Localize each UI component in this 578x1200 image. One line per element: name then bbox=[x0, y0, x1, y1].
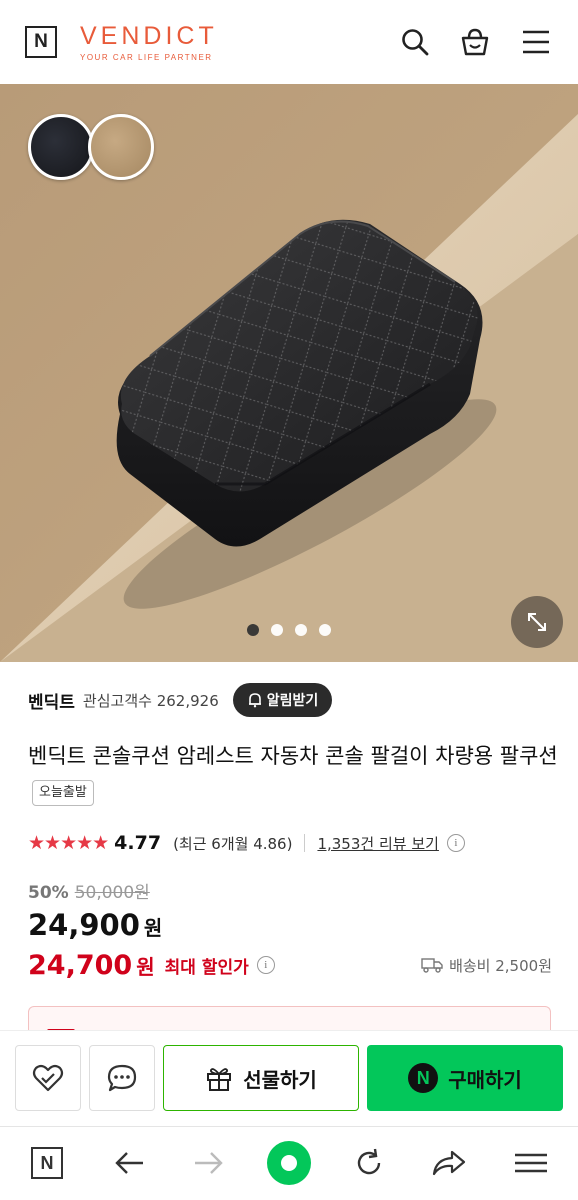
divider bbox=[304, 834, 306, 852]
wishlist-button[interactable] bbox=[15, 1045, 81, 1111]
naver-logo-button[interactable]: N bbox=[25, 26, 57, 58]
truck-icon bbox=[421, 958, 443, 973]
brand-name: VENDICT bbox=[80, 22, 218, 50]
green-dot-icon bbox=[267, 1141, 311, 1185]
max-discount-row: 24,700 원 최대 할인가 i 배송비 2,500원 bbox=[28, 948, 552, 982]
gift-label: 선물하기 bbox=[243, 1067, 317, 1092]
chat-button[interactable] bbox=[89, 1045, 155, 1111]
sale-price: 24,900 bbox=[28, 908, 140, 942]
max-discount-unit: 원 bbox=[136, 954, 155, 979]
gift-icon bbox=[207, 1068, 232, 1091]
info-icon[interactable]: i bbox=[446, 834, 465, 852]
refresh-button[interactable] bbox=[346, 1140, 392, 1186]
color-option-beige[interactable] bbox=[88, 114, 154, 180]
browser-menu-button[interactable] bbox=[508, 1140, 554, 1186]
arrow-right-icon bbox=[195, 1152, 223, 1174]
store-name-link[interactable]: 벤딕트 bbox=[28, 688, 75, 713]
rating-score: 4.77 bbox=[114, 832, 162, 854]
back-button[interactable] bbox=[106, 1140, 152, 1186]
star-rating: ★★★★★ bbox=[28, 832, 109, 854]
slide-dot[interactable] bbox=[271, 624, 283, 636]
discount-row: 50% 50,000원 bbox=[28, 878, 150, 903]
product-photo bbox=[0, 84, 578, 662]
slide-indicator bbox=[0, 624, 578, 636]
expand-icon bbox=[528, 613, 546, 631]
product-title-text: 벤딕트 콘솔쿠션 암레스트 자동차 콘솔 팔걸이 차량용 팔쿠션 bbox=[28, 744, 558, 768]
arrow-left-icon bbox=[115, 1152, 143, 1174]
naver-logo-icon: N bbox=[31, 1147, 63, 1179]
gift-button[interactable]: 선물하기 bbox=[163, 1045, 359, 1111]
recent-rating: (최근 6개월 4.86) bbox=[173, 834, 293, 853]
store-row: 벤딕트 관심고객수 262,926 알림받기 bbox=[28, 682, 568, 718]
original-price: 50,000원 bbox=[74, 883, 150, 903]
shipping-info: 배송비 2,500원 bbox=[421, 955, 552, 976]
product-image-gallery[interactable] bbox=[0, 84, 578, 662]
followers-label-text: 관심고객수 bbox=[82, 691, 152, 710]
share-button[interactable] bbox=[426, 1140, 472, 1186]
brand-logo[interactable]: VENDICT YOUR CAR LIFE PARTNER bbox=[80, 22, 218, 63]
browser-nav-bar: N bbox=[0, 1126, 578, 1200]
followers-label: 관심고객수 262,926 bbox=[83, 690, 219, 711]
max-discount-label: 최대 할인가 bbox=[164, 957, 249, 978]
share-arrow-icon bbox=[432, 1150, 466, 1176]
bell-plus-icon bbox=[248, 693, 261, 708]
product-title: 벤딕트 콘솔쿠션 암레스트 자동차 콘솔 팔걸이 차량용 팔쿠션 오늘출발 bbox=[28, 738, 558, 810]
max-discount-price: 24,700 bbox=[28, 949, 133, 981]
purchase-action-bar: 선물하기 N 구매하기 bbox=[0, 1030, 578, 1126]
home-button[interactable] bbox=[266, 1140, 312, 1186]
info-icon[interactable]: i bbox=[256, 956, 275, 974]
hamburger-menu-icon[interactable] bbox=[518, 24, 554, 60]
expand-image-button[interactable] bbox=[511, 596, 563, 648]
search-icon[interactable] bbox=[397, 24, 433, 60]
discount-rate: 50% bbox=[28, 883, 69, 903]
review-link[interactable]: 1,353건 리뷰 보기 bbox=[317, 833, 438, 854]
forward-button[interactable] bbox=[186, 1140, 232, 1186]
slide-dot[interactable] bbox=[295, 624, 307, 636]
chat-bubble-icon bbox=[107, 1064, 137, 1092]
today-shipping-badge: 오늘출발 bbox=[32, 780, 94, 806]
rating-row: ★★★★★ 4.77 (최근 6개월 4.86) 1,353건 리뷰 보기 i bbox=[28, 830, 465, 856]
naver-pay-icon: N bbox=[408, 1063, 439, 1093]
buy-button[interactable]: N 구매하기 bbox=[367, 1045, 563, 1111]
color-option-black[interactable] bbox=[28, 114, 94, 180]
buy-label: 구매하기 bbox=[448, 1067, 522, 1092]
alert-label: 알림받기 bbox=[266, 693, 319, 709]
slide-dot[interactable] bbox=[319, 624, 331, 636]
heart-check-icon bbox=[32, 1064, 64, 1092]
followers-count: 262,926 bbox=[156, 691, 219, 710]
slide-dot[interactable] bbox=[247, 624, 259, 636]
price-unit: 원 bbox=[143, 916, 163, 940]
shipping-text: 배송비 2,500원 bbox=[449, 956, 552, 975]
brand-tagline: YOUR CAR LIFE PARTNER bbox=[80, 53, 213, 62]
site-header: N VENDICT YOUR CAR LIFE PARTNER bbox=[0, 0, 578, 84]
naver-home-button[interactable]: N bbox=[24, 1140, 70, 1186]
refresh-icon bbox=[357, 1148, 381, 1175]
price-row: 24,900 원 bbox=[28, 908, 162, 948]
alert-subscribe-button[interactable]: 알림받기 bbox=[232, 683, 333, 717]
hamburger-menu-icon bbox=[515, 1153, 547, 1173]
shopping-bag-icon[interactable] bbox=[457, 24, 493, 60]
